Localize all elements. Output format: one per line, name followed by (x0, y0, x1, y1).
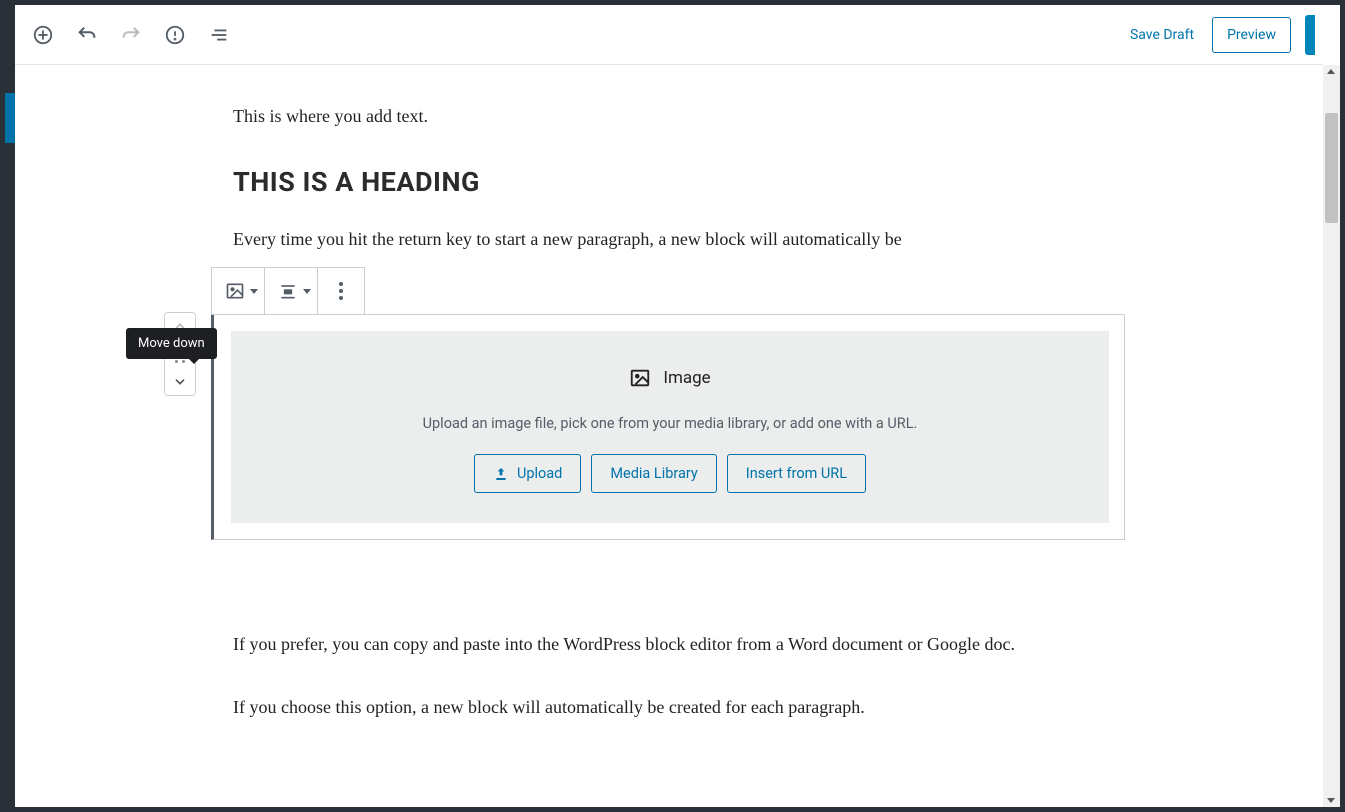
placeholder-title-text: Image (663, 368, 710, 388)
toolbar-right-group: Save Draft Preview (1126, 15, 1315, 55)
toolbar-left-group (23, 15, 239, 55)
block-type-switcher[interactable] (212, 268, 265, 314)
publish-button-edge[interactable] (1305, 15, 1315, 55)
chevron-down-icon (303, 289, 311, 294)
selected-image-block-wrapper: Move down Image Upload an image file, pi… (211, 268, 1125, 540)
more-options-button[interactable] (318, 268, 364, 314)
align-center-icon (271, 268, 305, 314)
block-toolbar (211, 267, 365, 315)
placeholder-buttons: Upload Media Library Insert from URL (251, 454, 1089, 493)
undo-button[interactable] (67, 15, 107, 55)
preview-button[interactable]: Preview (1212, 17, 1291, 53)
image-icon (218, 268, 252, 314)
paragraph-block[interactable]: If you choose this option, a new block w… (233, 692, 1113, 723)
image-block[interactable]: Image Upload an image file, pick one fro… (211, 314, 1125, 540)
after-blocks: If you prefer, you can copy and paste in… (233, 629, 1143, 756)
heading-block[interactable]: THIS IS A HEADING (233, 166, 1143, 198)
editor-canvas: This is where you add text. THIS IS A HE… (15, 65, 1323, 807)
upload-button[interactable]: Upload (474, 454, 581, 493)
window-frame: Save Draft Preview This is where you add… (0, 0, 1345, 812)
redo-button[interactable] (111, 15, 151, 55)
paragraph-block[interactable]: Every time you hit the return key to sta… (233, 224, 1113, 255)
placeholder-description: Upload an image file, pick one from your… (251, 415, 1089, 432)
add-block-button[interactable] (23, 15, 63, 55)
media-library-button[interactable]: Media Library (591, 454, 716, 493)
scroll-down-icon (1327, 798, 1335, 803)
paragraph-block[interactable]: If you prefer, you can copy and paste in… (233, 629, 1113, 660)
save-draft-button[interactable]: Save Draft (1126, 19, 1198, 51)
content-structure-button[interactable] (155, 15, 195, 55)
placeholder-title: Image (629, 367, 710, 389)
alignment-control[interactable] (265, 268, 318, 314)
media-library-label: Media Library (610, 465, 697, 482)
block-list: This is where you add text. THIS IS A HE… (15, 65, 1323, 254)
more-vertical-icon (324, 268, 358, 314)
upload-icon (493, 466, 509, 482)
image-placeholder: Image Upload an image file, pick one fro… (231, 331, 1109, 523)
insert-url-label: Insert from URL (746, 465, 847, 482)
upload-button-label: Upload (517, 465, 562, 482)
block-navigation-button[interactable] (199, 15, 239, 55)
scroll-thumb[interactable] (1325, 113, 1338, 223)
admin-menu-indicator (5, 93, 15, 143)
editor-top-toolbar: Save Draft Preview (15, 5, 1323, 65)
move-down-button[interactable] (165, 367, 195, 395)
scroll-up-icon (1327, 69, 1335, 74)
vertical-scrollbar[interactable] (1323, 65, 1340, 807)
paragraph-block[interactable]: This is where you add text. (233, 101, 1113, 132)
chevron-down-icon (250, 289, 258, 294)
insert-from-url-button[interactable]: Insert from URL (727, 454, 866, 493)
move-down-tooltip: Move down (126, 328, 217, 359)
image-icon (629, 367, 651, 389)
